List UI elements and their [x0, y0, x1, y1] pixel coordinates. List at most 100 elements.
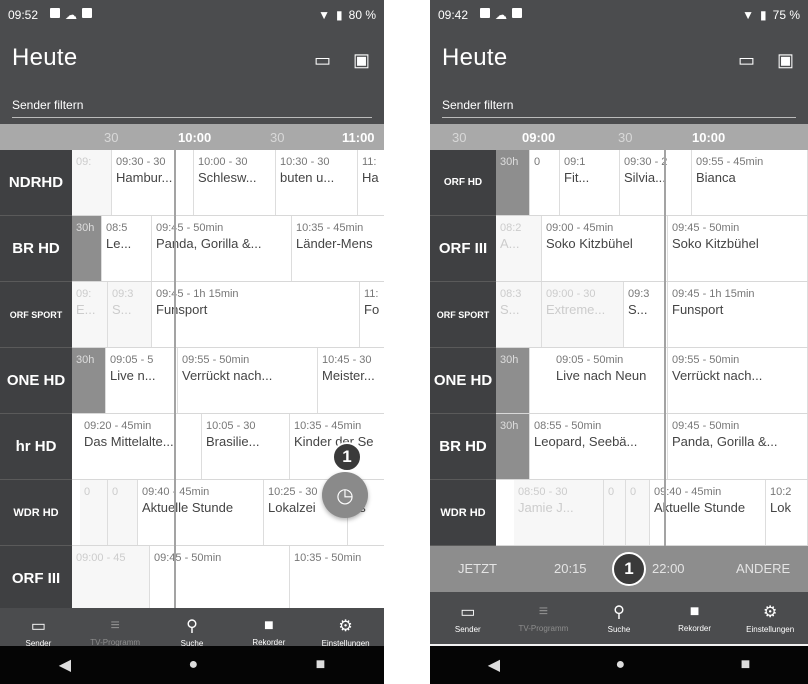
program-cell[interactable]: 09:40 - 45min Aktuelle Stunde — [650, 480, 766, 545]
channel-logo[interactable]: BR HD — [430, 414, 496, 480]
program-text: Fit... — [564, 170, 590, 185]
program-text: Live n... — [110, 368, 156, 383]
program-cell[interactable]: 09:30 - 30 Hambur... — [112, 150, 194, 215]
time-label: 10:00 — [178, 130, 212, 145]
nav-rekorder[interactable]: ■ Rekorder — [657, 592, 733, 644]
channel-logo[interactable]: ONE HD — [430, 348, 496, 414]
program-cell[interactable]: 09:45 - 50min — [150, 546, 290, 608]
program-cell[interactable]: 30h — [72, 216, 102, 281]
quick-now-button[interactable]: JETZT — [458, 561, 497, 576]
program-text: 11: — [364, 288, 379, 300]
channel-filter-input[interactable]: Sender filtern — [442, 88, 796, 118]
program-cell[interactable]: 10:35 - 45min Länder-Mens — [292, 216, 384, 281]
program-text: 09:40 - 45min — [142, 486, 210, 498]
program-cell[interactable]: 11: Fo — [360, 282, 384, 347]
program-cell[interactable]: 09:55 - 50min Verrückt nach... — [178, 348, 318, 413]
program-cell[interactable]: 30h — [496, 348, 530, 413]
page-title: Heute — [12, 44, 78, 71]
program-grid[interactable]: NDRHD 09: 09:30 - 30 Hambur... 10:00 - 30… — [0, 150, 384, 608]
program-cell[interactable]: 09:45 - 50min Panda, Gorilla &... — [152, 216, 292, 281]
channel-logo[interactable]: ONE HD — [0, 348, 72, 414]
program-cell[interactable]: 08:50 - 30 Jamie J... — [514, 480, 604, 545]
program-cell[interactable]: 0 — [626, 480, 650, 545]
devices-icon[interactable]: ▭ — [314, 50, 331, 71]
program-cell[interactable]: 08:2 A... — [496, 216, 542, 281]
program-text: 08:50 - 30 — [518, 486, 568, 498]
program-cell[interactable]: 09:1 Fit... — [560, 150, 620, 215]
program-cell[interactable]: 09:45 - 50min Panda, Gorilla &... — [668, 414, 808, 479]
program-cell[interactable]: 10:30 - 30 buten u... — [276, 150, 358, 215]
program-cell[interactable]: 09:00 - 45 — [72, 546, 150, 608]
program-cell[interactable]: 30h — [496, 414, 530, 479]
channel-logo[interactable]: WDR HD — [430, 480, 496, 546]
program-cell[interactable]: 0 — [530, 150, 560, 215]
nav-tv-programm[interactable]: ≡ TV-Programm — [506, 592, 582, 644]
program-cell[interactable]: 09: E... — [72, 282, 108, 347]
program-cell[interactable]: 09:45 - 50min Soko Kitzbühel — [668, 216, 808, 281]
program-cell[interactable]: 10:35 - 50min — [290, 546, 384, 608]
program-cell[interactable]: 10:05 - 30 Brasilie... — [202, 414, 290, 479]
program-cell[interactable]: 10:2 Lok — [766, 480, 808, 545]
program-cell[interactable]: 09:45 - 1h 15min Funsport — [152, 282, 360, 347]
program-cell[interactable]: 09:00 - 45min Soko Kitzbühel — [542, 216, 668, 281]
program-text: 10:35 - 45min — [294, 420, 362, 432]
program-cell[interactable]: 09:40 - 45min Aktuelle Stunde — [138, 480, 264, 545]
radio-icon[interactable]: ▣ — [777, 50, 794, 71]
program-cell[interactable]: 09:3 S... — [624, 282, 668, 347]
home-icon[interactable]: ● — [615, 656, 625, 674]
nav-suche[interactable]: ⚲ Suche — [581, 592, 657, 644]
channel-logo[interactable]: ORF III — [430, 216, 496, 282]
time-label: 30 — [452, 130, 467, 145]
recents-icon[interactable]: ■ — [741, 656, 751, 674]
nav-einstellungen[interactable]: ⚙ Einstellungen — [732, 592, 808, 644]
program-cell[interactable]: 0 — [80, 480, 108, 545]
step-badge: 1 — [612, 552, 646, 586]
program-cell[interactable]: 08:3 S... — [496, 282, 542, 347]
channel-logo[interactable]: NDRHD — [0, 150, 72, 216]
devices-icon[interactable]: ▭ — [738, 50, 755, 71]
program-cell[interactable]: 09:45 - 1h 15min Funsport — [668, 282, 808, 347]
back-icon[interactable]: ◀ — [488, 655, 500, 675]
channel-logo[interactable]: hr HD — [0, 414, 72, 480]
program-text: 10:35 - 45min — [296, 222, 364, 234]
quick-2015-button[interactable]: 20:15 — [554, 561, 587, 576]
program-cell[interactable]: 08:5 Le... — [102, 216, 152, 281]
program-cell[interactable]: 09:55 - 50min Verrückt nach... — [668, 348, 808, 413]
program-cell[interactable]: 11: Ha — [358, 150, 384, 215]
back-icon[interactable]: ◀ — [59, 655, 71, 675]
recents-icon[interactable]: ■ — [316, 656, 326, 674]
program-text: 09:45 - 1h 15min — [672, 288, 755, 300]
channel-logo[interactable]: ORF HD — [430, 150, 496, 216]
program-cell[interactable]: 09:30 - 2 Silvia... — [620, 150, 692, 215]
program-cell[interactable]: 09:00 - 30 Extreme... — [542, 282, 624, 347]
quick-2200-button[interactable]: 22:00 — [652, 561, 685, 576]
channel-logo[interactable]: WDR HD — [0, 480, 72, 546]
channel-row: ORF SPORT 08:3 S... 09:00 - 30 Extreme... … — [430, 282, 808, 348]
program-cell[interactable]: 0 — [604, 480, 626, 545]
program-cell[interactable]: 0 — [108, 480, 138, 545]
program-cell[interactable]: 10:45 - 30 Meister... — [318, 348, 384, 413]
program-cell[interactable]: 09: — [72, 150, 112, 215]
program-text: Bianca — [696, 170, 736, 185]
program-cell[interactable]: 08:55 - 50min Leopard, Seebä... — [530, 414, 668, 479]
program-cell[interactable]: 30h — [72, 348, 106, 413]
nav-sender[interactable]: ▭ Sender — [430, 592, 506, 644]
program-cell[interactable]: 09:55 - 45min Bianca — [692, 150, 808, 215]
home-icon[interactable]: ● — [188, 656, 198, 674]
program-text: 10:45 - 30 — [322, 354, 372, 366]
program-cell[interactable]: 09:20 - 45min Das Mittelalte... — [80, 414, 202, 479]
program-cell[interactable]: 30h — [496, 150, 530, 215]
program-cell[interactable]: 09:05 - 5 Live n... — [106, 348, 178, 413]
channel-logo[interactable]: ORF SPORT — [0, 282, 72, 348]
radio-icon[interactable]: ▣ — [353, 50, 370, 71]
channel-logo[interactable]: BR HD — [0, 216, 72, 282]
clock-fab-button[interactable]: ◷ — [322, 472, 368, 518]
channel-logo[interactable]: ORF SPORT — [430, 282, 496, 348]
program-cell[interactable]: 09:05 - 50min Live nach Neun — [530, 348, 668, 413]
program-cell[interactable]: 10:00 - 30 Schlesw... — [194, 150, 276, 215]
channel-filter-input[interactable]: Sender filtern — [12, 88, 372, 118]
channel-logo[interactable]: ORF III — [0, 546, 72, 608]
program-cell[interactable]: 09:3 S... — [108, 282, 152, 347]
quick-other-button[interactable]: ANDERE — [736, 561, 790, 576]
program-grid[interactable]: ORF HD 30h 0 09:1 Fit... 09:30 - 2 Silvia.… — [430, 150, 808, 546]
